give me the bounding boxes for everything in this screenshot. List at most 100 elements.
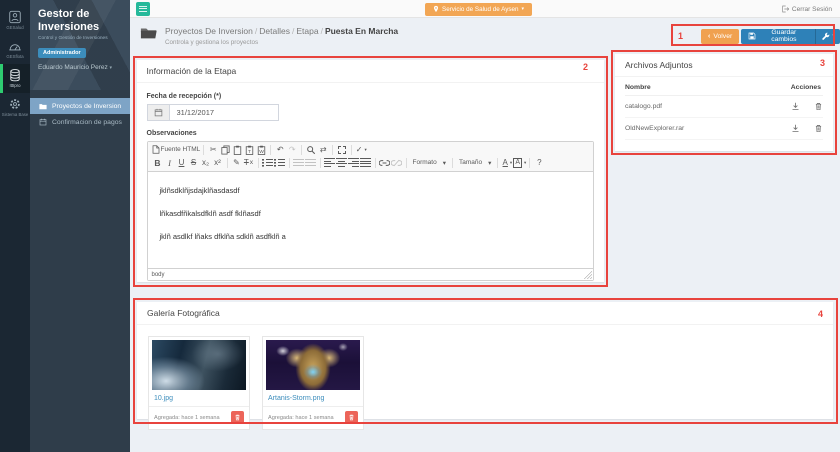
photo-added-label: Agregada: hace 1 semana bbox=[268, 415, 334, 421]
breadcrumb-root[interactable]: Proyectos De Inversion bbox=[165, 26, 253, 36]
back-button[interactable]: ‹ Volver bbox=[701, 29, 739, 44]
adjuntos-panel: Archivos Adjuntos Nombre Acciones catalo… bbox=[615, 54, 833, 151]
user-menu[interactable]: Eduardo Mauricio Perez ▾ bbox=[38, 64, 122, 71]
floppy-disk-icon bbox=[748, 32, 756, 40]
breadcrumb-detalles[interactable]: Detalles bbox=[259, 26, 290, 36]
trash-icon[interactable] bbox=[814, 102, 823, 111]
delete-photo-button[interactable] bbox=[231, 411, 244, 424]
chevron-down-icon: ▾ bbox=[443, 159, 446, 167]
rail-item-label: GESalud bbox=[6, 26, 23, 30]
logout-icon bbox=[781, 5, 789, 13]
svg-text:T: T bbox=[248, 149, 251, 155]
remove-format-icon[interactable]: Tx bbox=[243, 157, 255, 169]
breadcrumb-current: Puesta En Marcha bbox=[325, 26, 398, 36]
editor-paragraph: lñkasdfñkalsdfklñ asdf fklñasdf bbox=[160, 209, 581, 218]
trash-icon bbox=[348, 414, 355, 421]
font-size-select[interactable]: Tamaño▾ bbox=[456, 159, 494, 167]
role-badge: Administrador bbox=[38, 48, 86, 58]
photo-added-label: Agregada: hace 1 semana bbox=[154, 415, 220, 421]
fecha-recepcion-input[interactable] bbox=[169, 104, 279, 121]
photo-name-link[interactable]: Artanis-Storm.png bbox=[268, 395, 360, 402]
tools-dropdown-button[interactable]: ▾ bbox=[815, 29, 840, 44]
copy-icon[interactable] bbox=[219, 144, 231, 156]
strikethrough-button[interactable]: S bbox=[188, 157, 200, 169]
text-color-button[interactable]: A▾ bbox=[501, 157, 513, 169]
superscript-button[interactable]: x² bbox=[212, 157, 224, 169]
editor-content-area[interactable]: jklñsdklñjsdajklñasdasdf lñkasdfñkalsdfk… bbox=[148, 172, 593, 268]
bullet-list-icon[interactable] bbox=[274, 157, 286, 169]
file-name: OldNewExplorer.rar bbox=[625, 118, 739, 140]
photo-thumbnail-artanis[interactable] bbox=[266, 340, 360, 390]
photo-thumbnail-storm-clouds[interactable] bbox=[152, 340, 246, 390]
trash-icon[interactable] bbox=[814, 124, 823, 133]
sidebar-toggle-button[interactable] bbox=[136, 2, 150, 16]
trash-icon bbox=[234, 414, 241, 421]
breadcrumb-etapa[interactable]: Etapa bbox=[296, 26, 318, 36]
rail-item-gesflota[interactable]: GESflota bbox=[0, 35, 30, 64]
align-left-icon[interactable] bbox=[324, 157, 336, 169]
logout-button[interactable]: Cerrar Sesión bbox=[781, 5, 832, 13]
table-row: catalogo.pdf bbox=[625, 96, 823, 118]
unlink-icon[interactable] bbox=[391, 157, 403, 169]
decrease-indent-icon[interactable] bbox=[293, 157, 305, 169]
spellcheck-icon[interactable]: ✓▾ bbox=[355, 144, 367, 156]
underline-button[interactable]: U bbox=[176, 157, 188, 169]
app-title: Gestor de Inversiones bbox=[38, 8, 122, 34]
undo-icon[interactable]: ↶ bbox=[274, 144, 286, 156]
editor-paragraph: jklñsdklñjsdajklñasdasdf bbox=[160, 186, 581, 195]
paste-icon[interactable] bbox=[231, 144, 243, 156]
folder-icon bbox=[39, 103, 47, 110]
about-editor-button[interactable]: ? bbox=[533, 157, 545, 169]
cut-icon[interactable]: ✂ bbox=[207, 144, 219, 156]
download-icon[interactable] bbox=[791, 102, 800, 111]
align-center-icon[interactable] bbox=[336, 157, 348, 169]
rail-item-sistema-base[interactable]: Sistema Base bbox=[0, 93, 30, 122]
paste-as-text-icon[interactable]: T bbox=[243, 144, 255, 156]
numbered-list-icon[interactable] bbox=[262, 157, 274, 169]
person-badge-icon bbox=[8, 10, 22, 24]
topbar: Servicio de Salud de Aysen ▾ Cerrar Sesi… bbox=[130, 0, 840, 18]
rail-item-gesalud[interactable]: GESalud bbox=[0, 6, 30, 35]
location-selector-button[interactable]: Servicio de Salud de Aysen ▾ bbox=[425, 3, 532, 16]
download-icon[interactable] bbox=[791, 124, 800, 133]
sidebar-item-confirmacion[interactable]: Confirmacion de pagos bbox=[30, 114, 130, 130]
adjuntos-table: Nombre Acciones catalogo.pdf bbox=[625, 79, 823, 140]
editor-resize-grip[interactable] bbox=[584, 271, 592, 279]
photo-name-link[interactable]: 10.jpg bbox=[154, 395, 246, 402]
editor-paragraph: jklñ asdlkf lñaks dfklña sdklñ asdfklñ a bbox=[160, 232, 581, 241]
rich-text-editor: Fuente HTML ✂ T bbox=[147, 141, 594, 281]
photo-card: 10.jpg Agregada: hace 1 semana bbox=[148, 336, 250, 430]
rail-item-ittipro-active[interactable]: IttIpro bbox=[0, 64, 30, 93]
link-icon[interactable] bbox=[379, 157, 391, 169]
background-color-button[interactable]: A▾ bbox=[513, 157, 526, 169]
copy-formatting-icon[interactable]: ✎ bbox=[231, 157, 243, 169]
chevron-down-icon: ▾ bbox=[488, 159, 491, 167]
source-html-button[interactable]: Fuente HTML bbox=[152, 144, 201, 156]
format-select[interactable]: Formato▾ bbox=[410, 159, 449, 167]
rail-item-label: Sistema Base bbox=[2, 113, 29, 117]
replace-icon[interactable]: ⇄ bbox=[317, 144, 329, 156]
main-content: Servicio de Salud de Aysen ▾ Cerrar Sesi… bbox=[130, 0, 840, 452]
sidebar: Gestor de Inversiones Control y Gestión … bbox=[30, 0, 130, 452]
subscript-button[interactable]: x₂ bbox=[200, 157, 212, 169]
app-rail: GESalud GESflota IttIpro Sistema Base bbox=[0, 0, 30, 452]
redo-icon[interactable]: ↷ bbox=[286, 144, 298, 156]
save-button[interactable]: Guardar cambios bbox=[741, 29, 815, 44]
paste-from-word-icon[interactable]: W bbox=[255, 144, 267, 156]
breadcrumb-subtitle: Controla y gestiona los proyectos bbox=[165, 39, 398, 46]
element-path-body[interactable]: body bbox=[148, 272, 165, 278]
align-right-icon[interactable] bbox=[348, 157, 360, 169]
delete-photo-button[interactable] bbox=[345, 411, 358, 424]
breadcrumb: Proyectos De Inversion/Detalles/Etapa/Pu… bbox=[140, 26, 398, 46]
sidebar-item-proyectos[interactable]: Proyectos de Inversion bbox=[30, 98, 130, 114]
rail-item-label: IttIpro bbox=[10, 84, 21, 88]
adjuntos-panel-title: Archivos Adjuntos bbox=[615, 54, 833, 77]
find-icon[interactable] bbox=[305, 144, 317, 156]
rail-item-label: GESflota bbox=[6, 55, 23, 59]
align-justify-icon[interactable] bbox=[360, 157, 372, 169]
select-all-icon[interactable] bbox=[336, 144, 348, 156]
increase-indent-icon[interactable] bbox=[305, 157, 317, 169]
bold-button[interactable]: B bbox=[152, 157, 164, 169]
sidebar-menu: Proyectos de Inversion Confirmacion de p… bbox=[30, 98, 130, 130]
italic-button[interactable]: I bbox=[164, 157, 176, 169]
